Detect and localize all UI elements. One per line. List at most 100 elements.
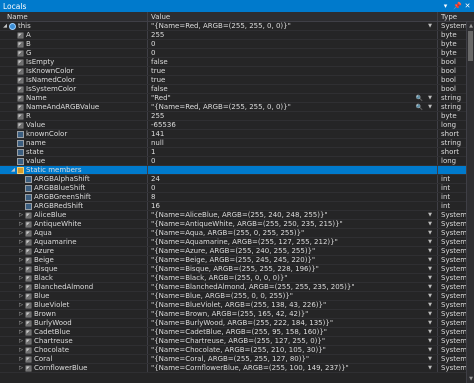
- expand-icon[interactable]: ▷: [18, 211, 24, 219]
- expand-icon[interactable]: ▷: [18, 283, 24, 291]
- visualizer-dropdown-icon[interactable]: ▼: [428, 346, 432, 354]
- expand-icon[interactable]: ▷: [18, 229, 24, 237]
- visualizer-dropdown-icon[interactable]: ▼: [428, 220, 432, 228]
- expand-icon[interactable]: ▷: [18, 292, 24, 300]
- value-cell[interactable]: true: [148, 67, 438, 75]
- value-cell[interactable]: "{Name=BurlyWood, ARGB=(255, 222, 184, 1…: [148, 319, 438, 327]
- tree-row[interactable]: ▷ CornflowerBlue "{Name=CornflowerBlue, AR…: [0, 364, 466, 373]
- value-cell[interactable]: 1: [148, 148, 438, 156]
- tree-row[interactable]: ▷ Aquamarine "{Name=Aquamarine, ARGB=(255,…: [0, 238, 466, 247]
- tree-row[interactable]: ARGBRedShift 16 int: [0, 202, 466, 211]
- tree-row[interactable]: ▷ Blue "{Name=Blue, ARGB=(255, 0, 0, 255)}…: [0, 292, 466, 301]
- visualizer-dropdown-icon[interactable]: ▼: [428, 364, 432, 372]
- visualizer-dropdown-icon[interactable]: ▼: [428, 355, 432, 363]
- value-cell[interactable]: "{Name=Red, ARGB=(255, 255, 0, 0)}" 🔍 ▼: [148, 103, 438, 111]
- value-cell[interactable]: "{Name=BlanchedAlmond, ARGB=(255, 255, 2…: [148, 283, 438, 291]
- tree-row[interactable]: ▷ Aqua "{Name=Aqua, ARGB=(255, 0, 255, 255…: [0, 229, 466, 238]
- tree-row[interactable]: ◢ Static members: [0, 166, 466, 175]
- value-cell[interactable]: "{Name=CadetBlue, ARGB=(255, 95, 158, 16…: [148, 328, 438, 336]
- tree-row[interactable]: ▷ BlanchedAlmond "{Name=BlanchedAlmond, AR…: [0, 283, 466, 292]
- expand-icon[interactable]: ▷: [18, 319, 24, 327]
- value-cell[interactable]: "{Name=Coral, ARGB=(255, 255, 127, 80)}"…: [148, 355, 438, 363]
- tree-row[interactable]: ▷ CadetBlue "{Name=CadetBlue, ARGB=(255, 9…: [0, 328, 466, 337]
- visualizer-dropdown-icon[interactable]: ▼: [428, 310, 432, 318]
- expand-icon[interactable]: ▷: [18, 256, 24, 264]
- collapse-icon[interactable]: ◢: [2, 22, 8, 30]
- value-cell[interactable]: 255: [148, 31, 438, 39]
- tree-row[interactable]: IsKnownColor true bool: [0, 67, 466, 76]
- tree-row[interactable]: ▷ Chocolate "{Name=Chocolate, ARGB=(255, 2…: [0, 346, 466, 355]
- value-cell[interactable]: 0: [148, 40, 438, 48]
- text-visualizer-icon[interactable]: 🔍: [416, 94, 423, 102]
- tree-row[interactable]: ▷ Beige "{Name=Beige, ARGB=(255, 245, 245,…: [0, 256, 466, 265]
- tree-row[interactable]: IsSystemColor false bool: [0, 85, 466, 94]
- value-cell[interactable]: null: [148, 139, 438, 147]
- expand-icon[interactable]: ▷: [18, 310, 24, 318]
- value-cell[interactable]: "{Name=CornflowerBlue, ARGB=(255, 100, 1…: [148, 364, 438, 372]
- tree-row[interactable]: B 0 byte: [0, 40, 466, 49]
- value-cell[interactable]: "{Name=AntiqueWhite, ARGB=(255, 250, 235…: [148, 220, 438, 228]
- value-cell[interactable]: "{Name=AliceBlue, ARGB=(255, 240, 248, 2…: [148, 211, 438, 219]
- value-cell[interactable]: "{Name=Bisque, ARGB=(255, 255, 228, 196)…: [148, 265, 438, 273]
- tree-row[interactable]: ▷ Coral "{Name=Coral, ARGB=(255, 255, 127,…: [0, 355, 466, 364]
- tree-row[interactable]: IsEmpty false bool: [0, 58, 466, 67]
- expand-icon[interactable]: ▷: [18, 238, 24, 246]
- visualizer-dropdown-icon[interactable]: ▼: [428, 292, 432, 300]
- value-cell[interactable]: 255: [148, 112, 438, 120]
- scroll-thumb[interactable]: [468, 31, 473, 61]
- value-cell[interactable]: "{Name=Azure, ARGB=(255, 240, 255, 255)}…: [148, 247, 438, 255]
- expand-icon[interactable]: ▷: [18, 265, 24, 273]
- visualizer-dropdown-icon[interactable]: ▼: [428, 103, 432, 111]
- value-cell[interactable]: "{Name=Chartreuse, ARGB=(255, 127, 255, …: [148, 337, 438, 345]
- tree-row[interactable]: Name "Red" 🔍 ▼ string: [0, 94, 466, 103]
- tree-row[interactable]: ▷ Black "{Name=Black, ARGB=(255, 0, 0, 0)}…: [0, 274, 466, 283]
- visualizer-dropdown-icon[interactable]: ▼: [428, 238, 432, 246]
- dropdown-icon[interactable]: ▾: [442, 2, 449, 10]
- scroll-up-icon[interactable]: ▲: [467, 22, 474, 30]
- tree-row[interactable]: ▷ AntiqueWhite "{Name=AntiqueWhite, ARGB=(…: [0, 220, 466, 229]
- value-cell[interactable]: 24: [148, 175, 438, 183]
- visualizer-dropdown-icon[interactable]: ▼: [428, 301, 432, 309]
- tree-row[interactable]: ARGBBlueShift 0 int: [0, 184, 466, 193]
- tree-row[interactable]: G 0 byte: [0, 49, 466, 58]
- tree-row[interactable]: Value -65536 long: [0, 121, 466, 130]
- expand-icon[interactable]: ▷: [18, 346, 24, 354]
- value-cell[interactable]: "{Name=Black, ARGB=(255, 0, 0, 0)}" ▼: [148, 274, 438, 282]
- visualizer-dropdown-icon[interactable]: ▼: [428, 22, 432, 30]
- visualizer-dropdown-icon[interactable]: ▼: [428, 265, 432, 273]
- value-cell[interactable]: 16: [148, 202, 438, 210]
- value-cell[interactable]: "{Name=Beige, ARGB=(255, 245, 245, 220)}…: [148, 256, 438, 264]
- close-icon[interactable]: ✕: [464, 2, 471, 10]
- value-cell[interactable]: 0: [148, 49, 438, 57]
- value-cell[interactable]: [148, 166, 438, 174]
- visualizer-dropdown-icon[interactable]: ▼: [428, 319, 432, 327]
- expand-icon[interactable]: ▷: [18, 274, 24, 282]
- visualizer-dropdown-icon[interactable]: ▼: [428, 94, 432, 102]
- value-cell[interactable]: "{Name=Brown, ARGB=(255, 165, 42, 42)}" ▼: [148, 310, 438, 318]
- value-cell[interactable]: false: [148, 85, 438, 93]
- value-cell[interactable]: 141: [148, 130, 438, 138]
- value-cell[interactable]: "{Name=Blue, ARGB=(255, 0, 0, 255)}" ▼: [148, 292, 438, 300]
- visualizer-dropdown-icon[interactable]: ▼: [428, 211, 432, 219]
- expand-icon[interactable]: ▷: [18, 247, 24, 255]
- expand-icon[interactable]: ▷: [18, 337, 24, 345]
- expand-icon[interactable]: ▷: [18, 355, 24, 363]
- value-cell[interactable]: "Red" 🔍 ▼: [148, 94, 438, 102]
- tree-row[interactable]: knownColor 141 short: [0, 130, 466, 139]
- visualizer-dropdown-icon[interactable]: ▼: [428, 337, 432, 345]
- tree-row[interactable]: ▷ AliceBlue "{Name=AliceBlue, ARGB=(255, 2…: [0, 211, 466, 220]
- value-cell[interactable]: 8: [148, 193, 438, 201]
- visualizer-dropdown-icon[interactable]: ▼: [428, 283, 432, 291]
- tree-row[interactable]: ARGBGreenShift 8 int: [0, 193, 466, 202]
- expand-icon[interactable]: ▷: [18, 220, 24, 228]
- visualizer-dropdown-icon[interactable]: ▼: [428, 274, 432, 282]
- text-visualizer-icon[interactable]: 🔍: [416, 103, 423, 111]
- expand-icon[interactable]: ▷: [18, 364, 24, 372]
- value-cell[interactable]: "{Name=Red, ARGB=(255, 255, 0, 0)}" ▼: [148, 22, 438, 30]
- value-cell[interactable]: 0: [148, 157, 438, 165]
- value-cell[interactable]: "{Name=Aquamarine, ARGB=(255, 127, 255, …: [148, 238, 438, 246]
- tree-row[interactable]: ▷ Brown "{Name=Brown, ARGB=(255, 165, 42, …: [0, 310, 466, 319]
- scroll-down-icon[interactable]: ▼: [467, 375, 474, 383]
- expand-icon[interactable]: ▷: [18, 301, 24, 309]
- tree-row[interactable]: ◢ this "{Name=Red, ARGB=(255, 255, 0, 0)}"…: [0, 22, 466, 31]
